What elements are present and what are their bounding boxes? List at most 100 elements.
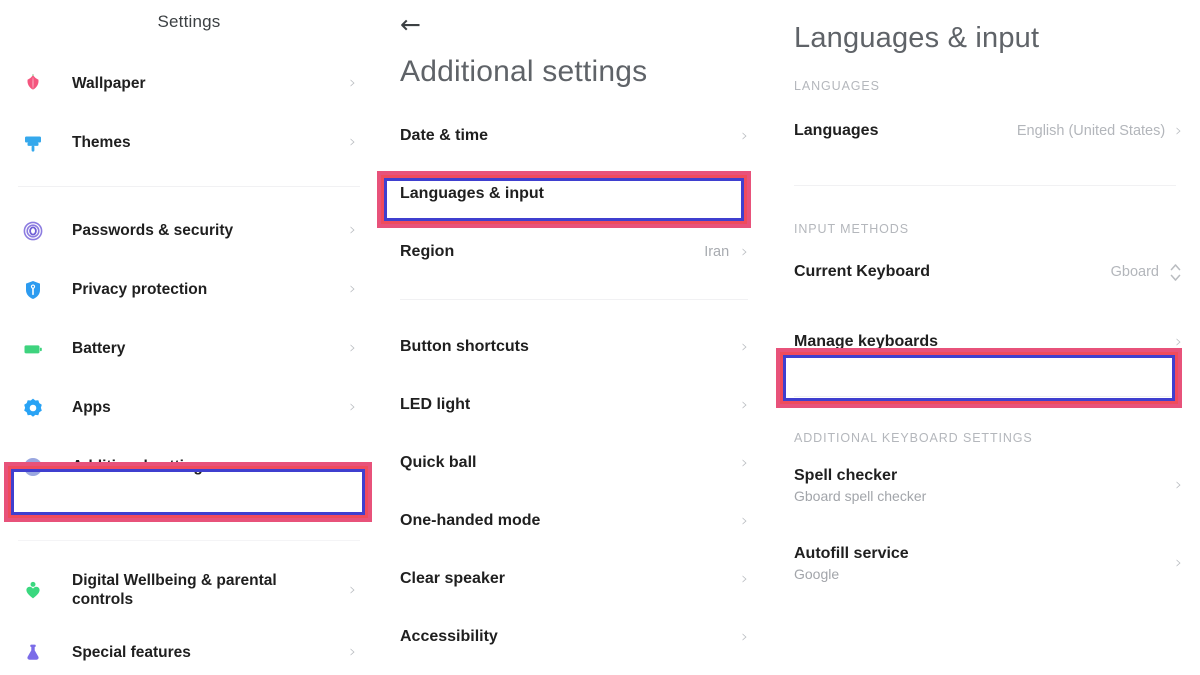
chevron-right-icon: › <box>349 456 356 476</box>
chevron-right-icon: › <box>741 510 748 531</box>
heart-person-icon <box>18 575 48 605</box>
additional-settings-panel: ← Additional settings Date & time › Lang… <box>378 0 770 675</box>
page-title-languages-input: Languages & input <box>794 22 1040 54</box>
divider <box>794 185 1176 186</box>
chevron-right-icon: › <box>741 183 748 204</box>
additional-settings-list-top: Date & time › Languages & input › Region… <box>378 107 770 281</box>
sidebar-item-label: Battery <box>72 339 126 357</box>
sidebar-item-label: Additional settings <box>72 457 212 475</box>
row-label: Clear speaker <box>400 570 505 587</box>
divider <box>18 186 360 187</box>
settings-panel: Settings Wallpaper › Themes › Passwords … <box>0 0 378 675</box>
chevron-right-icon: › <box>741 125 748 146</box>
sidebar-item-label: Special features <box>72 643 191 661</box>
row-manage-keyboards[interactable]: Manage keyboards › <box>770 314 1200 370</box>
chevron-right-icon: › <box>349 642 356 662</box>
row-label: Region <box>400 243 455 260</box>
battery-icon <box>18 334 48 364</box>
ellipsis-circle-icon <box>18 452 48 482</box>
row-label: Languages <box>794 122 879 139</box>
divider <box>794 396 1176 397</box>
section-header-input-methods: INPUT METHODS <box>794 222 909 236</box>
row-label: Languages & input <box>400 185 544 202</box>
up-down-chevron-icon <box>1169 263 1182 282</box>
page-title-additional-settings: Additional settings <box>400 55 648 88</box>
divider <box>400 299 748 300</box>
shield-key-icon <box>18 275 48 305</box>
sidebar-item-wallpaper[interactable]: Wallpaper › <box>0 54 378 113</box>
chevron-right-icon: › <box>349 579 356 600</box>
chevron-right-icon: › <box>349 73 356 93</box>
fingerprint-icon <box>18 216 48 246</box>
sidebar-item-label: Apps <box>72 398 111 416</box>
chevron-right-icon: › <box>1175 120 1182 141</box>
sidebar-item-themes[interactable]: Themes › <box>0 113 378 172</box>
sidebar-item-passwords-security[interactable]: Passwords & security › <box>0 201 378 260</box>
row-spell-checker[interactable]: Spell checker Gboard spell checker › <box>770 457 1200 513</box>
chevron-right-icon: › <box>741 241 748 262</box>
row-subtitle: Google <box>794 565 840 582</box>
sidebar-item-label: Digital Wellbeing & parental controls <box>72 571 277 608</box>
row-label: Quick ball <box>400 454 477 471</box>
row-autofill-service[interactable]: Autofill service Google › <box>770 535 1200 591</box>
page-title-settings: Settings <box>157 12 221 31</box>
section-header-additional-keyboard-settings: ADDITIONAL KEYBOARD SETTINGS <box>794 431 1033 445</box>
row-region[interactable]: Region Iran › <box>378 223 770 281</box>
sidebar-item-label: Themes <box>72 133 131 151</box>
row-one-handed-mode[interactable]: One-handed mode › <box>378 492 770 550</box>
chevron-right-icon: › <box>349 220 356 240</box>
chevron-right-icon: › <box>1175 474 1182 495</box>
back-arrow-icon[interactable]: ← <box>378 0 770 37</box>
sidebar-item-additional-settings[interactable]: Additional settings › <box>0 437 378 496</box>
chevron-right-icon: › <box>741 394 748 415</box>
row-label: Accessibility <box>400 628 498 645</box>
row-languages[interactable]: Languages English (United States) › <box>770 103 1200 159</box>
row-quick-ball[interactable]: Quick ball › <box>378 434 770 492</box>
settings-list: Wallpaper › Themes › Passwords & securit… <box>0 54 378 675</box>
row-subtitle: Gboard spell checker <box>794 487 927 504</box>
chevron-right-icon: › <box>349 397 356 417</box>
section-header-languages: LANGUAGES <box>794 79 880 93</box>
chevron-right-icon: › <box>741 336 748 357</box>
row-label: Date & time <box>400 127 489 144</box>
row-languages-and-input[interactable]: Languages & input › <box>378 165 770 223</box>
sidebar-item-digital-wellbeing[interactable]: Digital Wellbeing & parental controls › <box>0 557 378 623</box>
row-button-shortcuts[interactable]: Button shortcuts › <box>378 318 770 376</box>
languages-input-panel: Languages & input LANGUAGES Languages En… <box>770 0 1200 675</box>
row-label: Manage keyboards <box>794 333 939 350</box>
row-label: Current Keyboard <box>794 263 931 280</box>
chevron-right-icon: › <box>1175 552 1182 573</box>
screenshot-root: Settings Wallpaper › Themes › Passwords … <box>0 0 1200 675</box>
row-value: Iran <box>704 244 730 260</box>
sidebar-item-special-features[interactable]: Special features › <box>0 623 378 675</box>
divider <box>18 540 360 541</box>
additional-settings-list-bottom: Button shortcuts › LED light › Quick bal… <box>378 318 770 666</box>
paint-brush-icon <box>18 128 48 158</box>
sidebar-item-privacy-protection[interactable]: Privacy protection › <box>0 260 378 319</box>
chevron-right-icon: › <box>741 452 748 473</box>
gear-icon <box>18 393 48 423</box>
chevron-right-icon: › <box>1175 331 1182 352</box>
tulip-flower-icon <box>18 69 48 99</box>
chevron-right-icon: › <box>741 626 748 647</box>
sidebar-item-label: Privacy protection <box>72 280 208 298</box>
chevron-right-icon: › <box>349 279 356 299</box>
row-value: Gboard <box>1110 264 1159 280</box>
row-label: LED light <box>400 396 471 413</box>
flask-icon <box>18 638 48 668</box>
chevron-right-icon: › <box>349 338 356 358</box>
row-current-keyboard[interactable]: Current Keyboard Gboard <box>770 244 1200 300</box>
row-accessibility[interactable]: Accessibility › <box>378 608 770 666</box>
row-label: Spell checker <box>794 466 898 484</box>
sidebar-item-battery[interactable]: Battery › <box>0 319 378 378</box>
sidebar-item-apps[interactable]: Apps › <box>0 378 378 437</box>
row-label: Autofill service <box>794 544 909 562</box>
row-value: English (United States) <box>1016 123 1166 139</box>
row-label: Button shortcuts <box>400 338 529 355</box>
sidebar-item-label: Wallpaper <box>72 74 146 92</box>
row-label: One-handed mode <box>400 512 541 529</box>
row-clear-speaker[interactable]: Clear speaker › <box>378 550 770 608</box>
row-led-light[interactable]: LED light › <box>378 376 770 434</box>
sidebar-item-label: Passwords & security <box>72 221 234 239</box>
row-date-and-time[interactable]: Date & time › <box>378 107 770 165</box>
